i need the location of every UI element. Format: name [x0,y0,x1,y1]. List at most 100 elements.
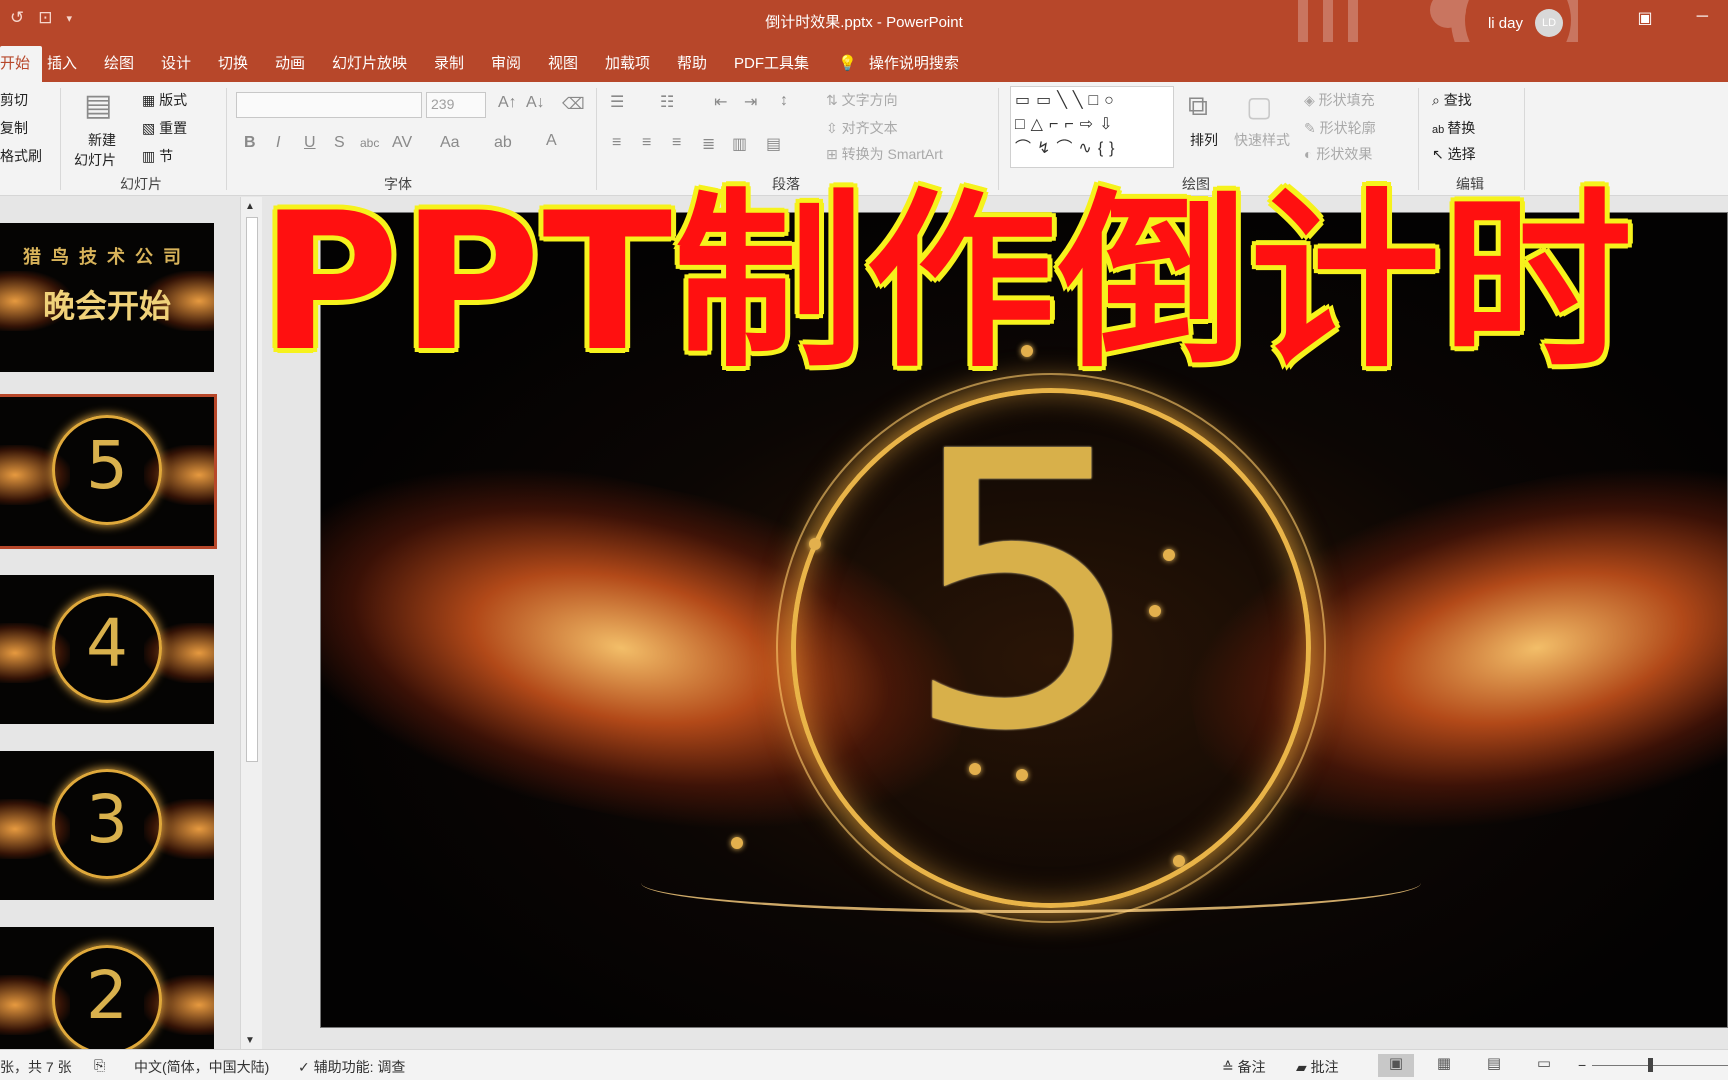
layout-label: 版式 [159,92,188,108]
font-size-combo[interactable]: 239 [426,92,486,118]
tab-record[interactable]: 录制 [434,52,464,73]
convert-smartart-button[interactable]: ⊞ 转换为 SmartArt [826,144,943,164]
video-caption-overlay: PPT制作倒计时 [260,172,1635,393]
bullets-icon[interactable]: ☰ [610,92,624,112]
slide-thumbnail-4[interactable]: 3 [0,751,214,900]
arrange-icon[interactable]: ⧉ [1188,90,1208,123]
tab-pdf-tools[interactable]: PDF工具集 [734,52,809,73]
zoom-slider[interactable] [1592,1065,1728,1066]
italic-icon[interactable]: I [276,134,280,152]
reset-button[interactable]: ▧ 重置 [142,118,187,138]
thumbnail-scrollbar[interactable]: ▲ ▼ [240,197,262,1049]
strikethrough-icon[interactable]: abc [360,136,379,150]
tab-slideshow[interactable]: 幻灯片放映 [332,52,407,73]
tab-insert[interactable]: 插入 [47,52,77,73]
scroll-up-icon[interactable]: ▲ [245,201,255,212]
quick-styles-icon[interactable]: ▢ [1246,90,1272,123]
decrease-font-icon[interactable]: A↓ [526,94,545,112]
cut-button[interactable]: 剪切 [0,90,28,110]
avatar[interactable]: LD [1535,9,1563,37]
comment-icon: ▰ [1296,1059,1311,1075]
new-slide-label-2[interactable]: 幻灯片 [74,150,116,170]
align-text-button[interactable]: ⇳ 对齐文本 [826,118,898,138]
text-direction-button[interactable]: ⇅ 文字方向 [826,90,898,110]
format-painter-button[interactable]: 格式刷 [0,146,42,166]
shape-effects-button[interactable]: ◐ 形状效果 [1304,144,1372,164]
paint-bucket-icon: ◈ [1304,92,1319,108]
tab-home[interactable]: 开始 [0,46,43,82]
ribbon-display-options-icon[interactable]: ▣ [1638,8,1653,28]
layout-button[interactable]: ▦ 版式 [142,90,187,110]
distributed-icon[interactable]: ▥ [732,134,747,154]
minimize-icon[interactable]: ─ [1697,8,1708,28]
tell-me-label: 操作说明搜索 [868,55,959,72]
select-button[interactable]: ↖ 选择 [1432,144,1476,164]
character-spacing-icon[interactable]: AV [392,134,412,152]
font-color-icon[interactable]: A [546,132,557,150]
slide-thumbnail-2[interactable]: 5 [0,394,217,549]
tell-me-search[interactable]: 💡 操作说明搜索 [838,52,959,73]
tab-transitions[interactable]: 切换 [218,52,248,73]
window-controls: ▣ ─ [1638,8,1708,28]
reading-view-icon[interactable]: ▤ [1476,1054,1512,1077]
slideshow-view-icon[interactable]: ▭ [1526,1054,1562,1077]
spelling-check-icon[interactable]: ⎘ [94,1057,105,1074]
clear-formatting-icon[interactable]: ⌫ [562,94,585,114]
zoom-out-icon[interactable]: − [1578,1057,1586,1073]
tab-animations[interactable]: 动画 [275,52,305,73]
increase-font-icon[interactable]: A↑ [498,94,517,112]
tab-draw[interactable]: 绘图 [104,52,134,73]
accessibility-status[interactable]: ✓ 辅助功能: 调查 [298,1057,405,1077]
countdown-number[interactable]: 5 [321,403,1727,783]
accessibility-label: 辅助功能: 调查 [313,1059,406,1075]
shape-fill-button[interactable]: ◈ 形状填充 [1304,90,1375,110]
title-bar: ↺ ⊡ ▾ 倒计时效果.pptx - PowerPoint li day LD … [0,0,1728,42]
slide-thumbnail-1[interactable]: 猎鸟技术公司 晚会开始 [0,223,214,372]
bold-icon[interactable]: B [244,134,256,152]
reset-icon: ▧ [142,120,160,136]
arrange-button[interactable]: 排列 [1190,130,1218,150]
align-text-label: 对齐文本 [841,120,898,136]
scroll-down-icon[interactable]: ▼ [245,1035,255,1046]
tab-review[interactable]: 审阅 [491,52,521,73]
align-center-icon[interactable]: ≡ [642,134,651,152]
justify-icon[interactable]: ≣ [702,134,715,154]
search-icon: ⌕ [1432,92,1444,108]
align-right-icon[interactable]: ≡ [672,134,681,152]
numbering-icon[interactable]: ☷ [660,92,674,112]
user-account[interactable]: li day LD [1488,9,1563,37]
columns-icon[interactable]: ▤ [766,134,781,154]
scrollbar-thumb[interactable] [246,217,258,762]
slide-sorter-icon[interactable]: ▦ [1426,1054,1462,1077]
shapes-gallery[interactable]: ▭▭╲╲□○ □△⌐⌐⇨⇩ ⌒↯⌒∿{} [1010,86,1174,168]
language-indicator[interactable]: 中文(简体，中国大陆) [134,1057,269,1077]
copy-button[interactable]: 复制 [0,118,28,138]
accessibility-icon: ✓ [298,1059,314,1075]
align-left-icon[interactable]: ≡ [612,134,621,152]
zoom-slider-handle[interactable] [1648,1058,1653,1072]
tab-view[interactable]: 视图 [548,52,578,73]
shadow-icon[interactable]: S [334,134,345,152]
tab-design[interactable]: 设计 [161,52,191,73]
pencil-icon: ✎ [1304,120,1320,136]
slide-thumbnail-3[interactable]: 4 [0,575,214,724]
replace-button[interactable]: ab 替换 [1432,118,1475,138]
underline-icon[interactable]: U [304,134,316,152]
section-button[interactable]: ▥ 节 [142,146,173,166]
tab-addins[interactable]: 加载项 [605,52,650,73]
quick-styles-button[interactable]: 快速样式 [1234,130,1290,150]
highlight-icon[interactable]: ab [494,134,512,152]
normal-view-icon[interactable]: ▣ [1378,1054,1414,1077]
notes-button[interactable]: ≙ 备注 [1222,1057,1266,1077]
find-button[interactable]: ⌕ 查找 [1432,90,1472,110]
new-slide-label-1[interactable]: 新建 [88,130,116,150]
line-spacing-icon[interactable]: ↕ [780,92,788,110]
change-case-icon[interactable]: Aa [440,134,460,152]
font-name-combo[interactable] [236,92,422,118]
slide-thumbnail-5[interactable]: 2 [0,927,214,1049]
comments-button[interactable]: ▰ 批注 [1296,1057,1339,1077]
increase-indent-icon[interactable]: ⇥ [744,92,757,112]
tab-help[interactable]: 帮助 [677,52,707,73]
decrease-indent-icon[interactable]: ⇤ [714,92,727,112]
shape-outline-button[interactable]: ✎ 形状轮廓 [1304,118,1376,138]
